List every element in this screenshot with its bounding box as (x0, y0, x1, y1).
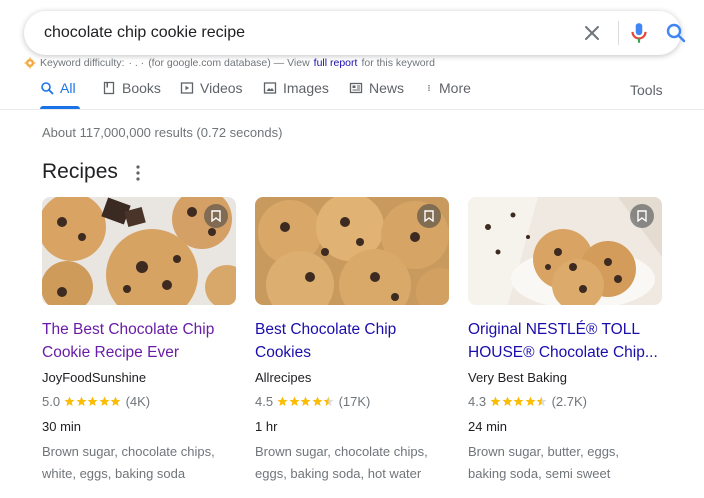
star-rating (277, 396, 335, 407)
rating-value: 5.0 (42, 394, 61, 409)
tab-label: Books (122, 80, 161, 96)
recipe-title-line: Cookie Recipe Ever (42, 344, 179, 361)
ingredients-line: eggs, baking soda, hot water (255, 466, 422, 481)
microphone-icon[interactable] (626, 20, 652, 46)
book-icon (103, 81, 115, 95)
gear-icon (24, 57, 36, 69)
recipe-title-line: Original NESTLÉ® TOLL (468, 321, 640, 338)
recipe-time: 24 min (468, 419, 508, 434)
review-count: (4K) (125, 394, 151, 409)
recipe-ingredients: Brown sugar, butter, eggs, baking soda, … (468, 441, 668, 485)
recipe-source: JoyFoodSunshine (42, 370, 147, 385)
recipe-thumbnail[interactable] (42, 197, 236, 305)
recipe-rating: 4.5 (17K) (255, 394, 370, 409)
tools-button[interactable]: Tools (630, 82, 663, 98)
recipe-ingredients: Brown sugar, chocolate chips, white, egg… (42, 441, 242, 485)
keyword-source: (for google.com database) — View (148, 57, 310, 69)
recipes-heading: Recipes (42, 160, 118, 183)
recipe-title-link[interactable]: Best Chocolate Chip Cookies (255, 318, 455, 364)
search-input[interactable]: chocolate chip cookie recipe (44, 24, 245, 42)
star-icon (490, 396, 501, 406)
star-icon (110, 396, 121, 406)
bookmark-icon[interactable] (630, 204, 654, 228)
ingredients-line: Brown sugar, butter, eggs, (468, 444, 620, 459)
star-icon (323, 396, 334, 406)
recipe-title-line: The Best Chocolate Chip (42, 321, 215, 338)
star-icon (289, 396, 300, 406)
star-icon (277, 396, 288, 406)
star-icon (502, 396, 513, 406)
recipe-source: Very Best Baking (468, 370, 567, 385)
star-icon (300, 396, 311, 406)
search-icon (41, 82, 54, 95)
ingredients-line: white, eggs, baking soda (42, 466, 186, 481)
tabs-divider (0, 109, 704, 110)
tab-all[interactable]: All (40, 80, 76, 96)
news-icon (349, 82, 363, 94)
result-stats: About 117,000,000 results (0.72 seconds) (42, 125, 283, 140)
review-count: (2.7K) (551, 394, 587, 409)
star-rating (490, 396, 548, 407)
star-icon (76, 396, 87, 406)
recipe-time: 30 min (42, 419, 82, 434)
rating-value: 4.5 (255, 394, 274, 409)
star-rating (64, 396, 122, 407)
recipe-rating: 5.0 (4K) (42, 394, 150, 409)
recipe-card[interactable]: The Best Chocolate Chip Cookie Recipe Ev… (42, 197, 238, 481)
recipe-time: 1 hr (255, 419, 278, 434)
tab-books[interactable]: Books (102, 80, 161, 96)
review-count: (17K) (338, 394, 371, 409)
tab-label: More (439, 80, 471, 96)
clear-icon[interactable] (580, 21, 604, 45)
recipe-title-line: HOUSE® Chocolate Chip... (468, 344, 658, 361)
recipe-title-line: Cookies (255, 344, 311, 361)
ingredients-line: Brown sugar, chocolate chips, (42, 444, 215, 459)
tab-label: News (369, 80, 405, 96)
keyword-difficulty-bar: Keyword difficulty: · . · (for google.co… (24, 57, 435, 69)
recipe-card[interactable]: Original NESTLÉ® TOLL HOUSE® Chocolate C… (468, 197, 664, 481)
recipe-title-link[interactable]: The Best Chocolate Chip Cookie Recipe Ev… (42, 318, 242, 364)
tab-label: Images (283, 80, 329, 96)
recipe-title-link[interactable]: Original NESTLÉ® TOLL HOUSE® Chocolate C… (468, 318, 668, 364)
tab-videos[interactable]: Videos (180, 80, 243, 96)
keyword-suffix: for this keyword (361, 57, 435, 69)
more-options-icon[interactable] (132, 163, 144, 183)
star-icon (99, 396, 110, 406)
search-divider (618, 21, 619, 45)
more-vert-icon (428, 84, 430, 92)
recipe-thumbnail[interactable] (468, 197, 662, 305)
keyword-value: · . · (128, 57, 145, 69)
ingredients-line: Brown sugar, chocolate chips, (255, 444, 428, 459)
tab-label: Videos (200, 80, 243, 96)
tab-news[interactable]: News (349, 80, 404, 96)
star-icon (312, 396, 323, 406)
recipe-card[interactable]: Best Chocolate Chip Cookies Allrecipes 4… (255, 197, 451, 481)
bookmark-icon[interactable] (204, 204, 228, 228)
keyword-label: Keyword difficulty: (40, 57, 125, 69)
search-bar[interactable]: chocolate chip cookie recipe (24, 11, 686, 55)
star-icon (525, 396, 536, 406)
image-icon (263, 82, 277, 94)
star-icon (513, 396, 524, 406)
recipe-thumbnail[interactable] (255, 197, 449, 305)
play-icon (180, 82, 194, 94)
recipe-source: Allrecipes (255, 370, 312, 385)
ingredients-line: baking soda, semi sweet (468, 466, 611, 481)
tab-images[interactable]: Images (263, 80, 329, 96)
star-icon (536, 396, 547, 406)
star-icon (87, 396, 98, 406)
tab-more[interactable]: More (425, 80, 471, 96)
rating-value: 4.3 (468, 394, 487, 409)
recipe-ingredients: Brown sugar, chocolate chips, eggs, baki… (255, 441, 455, 485)
star-icon (64, 396, 75, 406)
search-icon[interactable] (664, 21, 688, 45)
bookmark-icon[interactable] (417, 204, 441, 228)
recipe-title-line: Best Chocolate Chip (255, 321, 397, 338)
tab-label: All (60, 80, 76, 96)
full-report-link[interactable]: full report (314, 57, 358, 69)
recipe-rating: 4.3 (2.7K) (468, 394, 587, 409)
